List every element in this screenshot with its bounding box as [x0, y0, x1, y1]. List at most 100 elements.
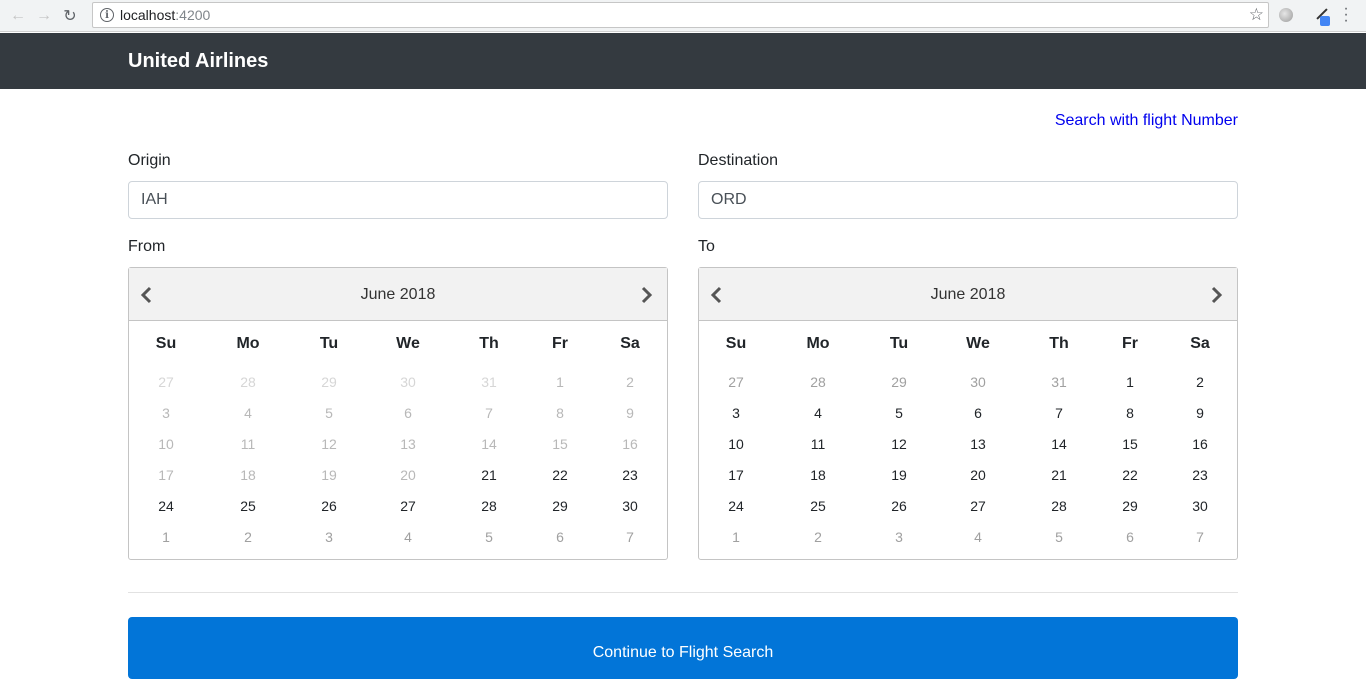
calendar-day: 6 — [1126, 529, 1134, 545]
calendar-day[interactable]: 6 — [958, 405, 998, 421]
calendar-day[interactable]: 25 — [798, 498, 838, 514]
browser-toolbar: ← → ↻ i localhost:4200 ☆ · · · — [0, 0, 1366, 32]
calendar-day[interactable]: 16 — [1180, 436, 1220, 452]
calendar-day: 30 — [970, 374, 986, 390]
calendar-day[interactable]: 28 — [1039, 498, 1079, 514]
calendar-day[interactable]: 24 — [146, 498, 186, 514]
weekday-label: Sa — [1190, 335, 1210, 352]
calendar-day[interactable]: 13 — [958, 436, 998, 452]
origin-label: Origin — [128, 152, 171, 169]
calendar-day[interactable]: 22 — [540, 467, 580, 483]
calendar-day[interactable]: 19 — [879, 467, 919, 483]
origin-input[interactable]: IAH — [128, 181, 668, 219]
calendar-day: 4 — [404, 529, 412, 545]
bookmark-star-icon[interactable]: ☆ — [1249, 5, 1264, 25]
from-calendar: June 2018 Su Mo Tu We Th Fr Sa 27 28 29 30 31 1 2 3 4 5 6… — [128, 267, 668, 560]
calendar-day: 13 — [400, 436, 416, 452]
weekday-label: Fr — [1122, 335, 1138, 352]
calendar-day: 3 — [162, 405, 170, 421]
calendar-day: 4 — [974, 529, 982, 545]
calendar-day[interactable]: 9 — [1180, 405, 1220, 421]
calendar-day: 5 — [485, 529, 493, 545]
calendar-day: 29 — [321, 374, 337, 390]
calendar-day[interactable]: 17 — [716, 467, 756, 483]
calendar-day: 6 — [404, 405, 412, 421]
calendar-day: 28 — [240, 374, 256, 390]
chevron-right-icon[interactable] — [1211, 286, 1227, 304]
calendar-day: 3 — [325, 529, 333, 545]
url-port: :4200 — [175, 7, 211, 23]
calendar-day[interactable]: 24 — [716, 498, 756, 514]
calendar-month-title: June 2018 — [360, 286, 436, 303]
calendar-day[interactable]: 29 — [540, 498, 580, 514]
weekday-label: Mo — [806, 335, 830, 352]
calendar-day: 29 — [891, 374, 907, 390]
calendar-day: 7 — [626, 529, 634, 545]
back-arrow-icon[interactable]: ← — [5, 3, 31, 29]
from-label: From — [128, 238, 166, 255]
browser-menu-icon[interactable]: · · · — [1342, 1, 1350, 29]
calendar-day: 5 — [1055, 529, 1063, 545]
calendar-day[interactable]: 29 — [1110, 498, 1150, 514]
calendar-day[interactable]: 4 — [798, 405, 838, 421]
calendar-day[interactable]: 7 — [1039, 405, 1079, 421]
calendar-day[interactable]: 14 — [1039, 436, 1079, 452]
calendar-day[interactable]: 5 — [879, 405, 919, 421]
calendar-day: 1 — [556, 374, 564, 390]
brand-title[interactable]: United Airlines — [128, 50, 268, 73]
calendar-day[interactable]: 25 — [228, 498, 268, 514]
calendar-day: 7 — [485, 405, 493, 421]
extension-icon[interactable] — [1279, 8, 1293, 22]
chevron-right-icon[interactable] — [641, 286, 657, 304]
calendar-day[interactable]: 11 — [798, 436, 838, 452]
calendar-day[interactable]: 8 — [1110, 405, 1150, 421]
info-icon[interactable]: i — [100, 8, 114, 22]
reload-icon[interactable]: ↻ — [57, 3, 83, 29]
calendar-day: 27 — [728, 374, 744, 390]
divider — [128, 592, 1238, 593]
calendar-day: 31 — [1051, 374, 1067, 390]
calendar-day[interactable]: 20 — [958, 467, 998, 483]
calendar-day[interactable]: 26 — [309, 498, 349, 514]
weekday-label: Tu — [889, 335, 909, 352]
calendar-day[interactable]: 27 — [958, 498, 998, 514]
calendar-day: 4 — [244, 405, 252, 421]
calendar-day[interactable]: 2 — [1180, 374, 1220, 390]
continue-button[interactable]: Continue to Flight Search — [128, 617, 1238, 679]
calendar-day: 2 — [814, 529, 822, 545]
calendar-day[interactable]: 23 — [610, 467, 650, 483]
calendar-day[interactable]: 10 — [716, 436, 756, 452]
destination-label: Destination — [698, 152, 779, 169]
calendar-day: 20 — [400, 467, 416, 483]
calendar-day[interactable]: 12 — [879, 436, 919, 452]
calendar-day: 10 — [158, 436, 174, 452]
calendar-day[interactable]: 21 — [469, 467, 509, 483]
color-picker-extension-icon[interactable] — [1312, 6, 1332, 26]
calendar-day: 6 — [556, 529, 564, 545]
calendar-day[interactable]: 22 — [1110, 467, 1150, 483]
destination-input[interactable]: ORD — [698, 181, 1238, 219]
calendar-day[interactable]: 23 — [1180, 467, 1220, 483]
calendar-day: 28 — [810, 374, 826, 390]
calendar-day[interactable]: 30 — [1180, 498, 1220, 514]
calendar-day[interactable]: 15 — [1110, 436, 1150, 452]
weekday-label: Th — [479, 335, 499, 352]
calendar-day[interactable]: 28 — [469, 498, 509, 514]
calendar-day[interactable]: 3 — [716, 405, 756, 421]
weekday-label: Fr — [552, 335, 568, 352]
address-bar[interactable]: i localhost:4200 ☆ — [92, 2, 1269, 28]
calendar-day: 8 — [556, 405, 564, 421]
calendar-day[interactable]: 30 — [610, 498, 650, 514]
weekday-label: Tu — [319, 335, 339, 352]
calendar-day: 9 — [626, 405, 634, 421]
calendar-day[interactable]: 26 — [879, 498, 919, 514]
calendar-day[interactable]: 27 — [388, 498, 428, 514]
calendar-day[interactable]: 18 — [798, 467, 838, 483]
calendar-day[interactable]: 1 — [1110, 374, 1150, 390]
forward-arrow-icon[interactable]: → — [31, 3, 57, 29]
calendar-day: 14 — [481, 436, 497, 452]
calendar-day: 5 — [325, 405, 333, 421]
calendar-day[interactable]: 21 — [1039, 467, 1079, 483]
calendar-day: 1 — [162, 529, 170, 545]
search-flight-number-link[interactable]: Search with flight Number — [1055, 112, 1238, 130]
